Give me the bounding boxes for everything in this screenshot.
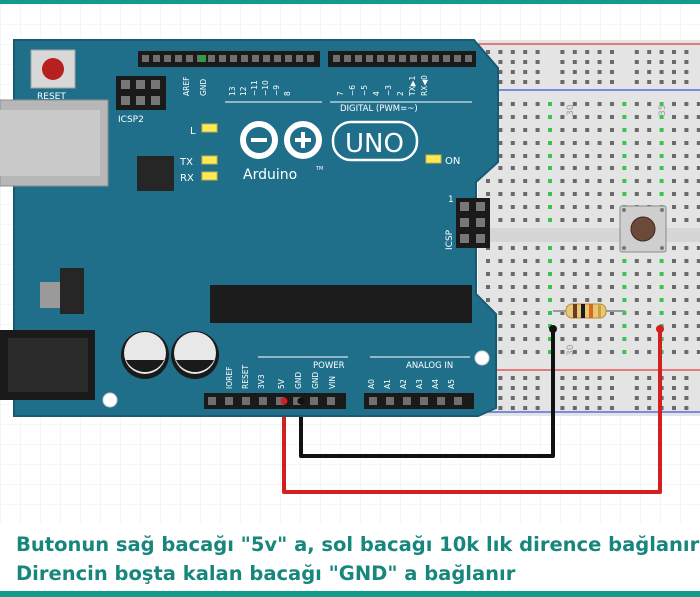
push-button [619, 205, 667, 253]
col-label-30-top: 30 [566, 104, 576, 116]
icsp-pin1-label: 1 [448, 195, 454, 205]
led-l [201, 123, 218, 133]
caption-line-2: Direncin boşta kalan bacağı "GND" a bağl… [16, 562, 516, 585]
caption-line-1: Butonun sağ bacağı "5v" a, sol bacağı 10… [16, 533, 700, 556]
digital-pin-label: 12 [239, 86, 248, 96]
pin-label-gnd-top: GND [199, 79, 208, 96]
led-tx [201, 155, 218, 165]
digital-pin-label: ~11 [250, 80, 259, 96]
digital-pin-label: ~5 [360, 85, 369, 96]
reset-button-cap [42, 58, 64, 80]
icsp-label: ICSP [445, 229, 455, 250]
brand-label: Arduino [243, 167, 297, 183]
pin-gnd-connection [297, 397, 305, 405]
led-on-label: ON [445, 156, 460, 167]
analog-pin-label: A4 [431, 379, 440, 389]
analog-pin-label: A5 [447, 379, 456, 389]
logo-minus [251, 138, 267, 142]
col-label-30-bottom: 30 [566, 344, 576, 356]
digital-pin-label: 4 [372, 91, 381, 96]
power-pin-label: GND [294, 372, 303, 389]
power-pin-label: RESET [241, 365, 250, 389]
power-pin-label: IOREF [225, 367, 234, 389]
analog-pin-label: A0 [367, 379, 376, 389]
digital-pin-label: RX◀0 [420, 75, 429, 96]
digital-pin-label: 8 [283, 91, 292, 96]
digital-pin-label: ~3 [384, 85, 393, 96]
arduino-uno-board: RESET ICSP2 AREF GND 13 12 ~11 ~10 ~9 8 7 ~6 ~5 4… [0, 39, 499, 417]
push-button-cap [630, 216, 656, 242]
breadboard: 30 35 30 [478, 40, 700, 416]
mounting-hole-bottom-left [102, 392, 118, 408]
circuit-diagram: 30 35 30 RESET ICSP2 AREF GND 13 12 ~11 … [0, 4, 700, 524]
power-label: POWER [313, 361, 345, 371]
led-tx-label: TX [179, 157, 193, 168]
reset-label: RESET [37, 92, 66, 102]
mounting-hole-bottom-right [474, 350, 490, 366]
center-channel [478, 228, 700, 242]
pin-5v-connection [280, 397, 288, 405]
led-rx [201, 171, 218, 181]
led-l-label: L [190, 126, 196, 137]
led-on [425, 154, 442, 164]
power-pin-label: 3V3 [257, 374, 266, 389]
digital-pin-label: ~9 [272, 85, 281, 96]
logo-plus [301, 132, 305, 148]
usb-chip [137, 156, 174, 191]
led-rx-label: RX [180, 173, 194, 184]
digital-pin-label: ~6 [348, 85, 357, 96]
atmega-chip [210, 285, 472, 323]
bottom-accent-bar [0, 591, 700, 597]
digital-pin-label: ~10 [261, 80, 270, 96]
icsp2-label: ICSP2 [118, 115, 144, 125]
power-pin-label: GND [311, 372, 320, 389]
analog-pin-label: A2 [399, 379, 408, 389]
digital-pin-label: TX▶1 [408, 76, 417, 97]
model-label: UNO [345, 129, 404, 159]
trademark-label: TM [315, 166, 323, 172]
analog-label: ANALOG IN [406, 361, 453, 371]
power-pin-label: VIN [328, 376, 337, 389]
analog-pin-label: A3 [415, 379, 424, 389]
pin-label-aref: AREF [182, 77, 191, 96]
digital-pin-label: 2 [396, 91, 405, 96]
voltage-regulator [60, 268, 84, 314]
analog-pin-label: A1 [383, 379, 392, 389]
power-pin-label: 5V [277, 378, 286, 389]
col-label-35-top: 35 [658, 105, 668, 116]
digital-label: DIGITAL (PWM=~) [340, 104, 418, 114]
digital-pin-label: 13 [228, 86, 237, 96]
digital-pin-label: 7 [336, 91, 345, 96]
